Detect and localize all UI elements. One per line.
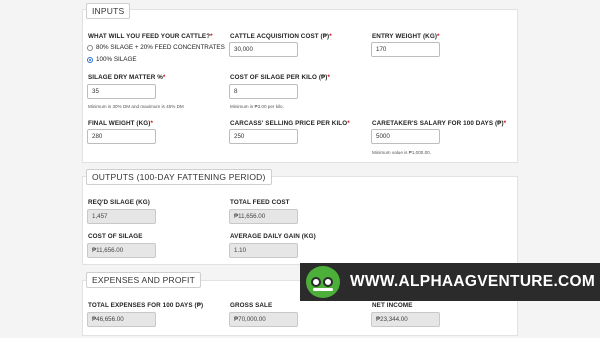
inputs-title: INPUTS [86,3,131,19]
adg-label: AVERAGE DAILY GAIN (KG) [230,233,316,240]
reqd-silage-output: 1,457 [87,209,156,224]
dry-matter-hint: Minimum is 30% DM and maximum is 45% DM [88,104,184,109]
dry-matter-label: SILAGE DRY MATTER %* [88,74,166,81]
gross-sale-label: GROSS SALE [230,302,273,309]
caretaker-label: CARETAKER'S SALARY FOR 100 DAYS (₱)* [372,120,507,127]
final-weight-input[interactable]: 280 [87,129,156,144]
silage-cost-hint: Minimum is ₱3.00 per kilo. [230,104,284,109]
total-feed-output: ₱11,656.00 [229,209,298,224]
entry-weight-label: ENTRY WEIGHT (KG)* [372,33,440,40]
banner-text: WWW.ALPHAAGVENTURE.COM [350,273,596,290]
feed-option-100[interactable]: 100% SILAGE [87,56,137,63]
reqd-silage-label: REQ'D SILAGE (KG) [88,199,150,206]
gross-sale-output: ₱70,000.00 [229,312,298,327]
feed-label: WHAT WILL YOU FEED YOUR CATTLE?* [88,33,213,40]
acq-cost-label: CATTLE ACQUISITION COST (₱)* [230,33,332,40]
selling-price-label: CARCASS' SELLING PRICE PER KILO* [230,120,350,127]
silage-cost-label: COST OF SILAGE PER KILO (₱)* [230,74,331,81]
radio-button[interactable] [87,44,93,51]
caretaker-hint: Minimum value is ₱1,000.00. [372,150,431,155]
final-weight-label: FINAL WEIGHT (KG)* [88,120,154,127]
dry-matter-input[interactable]: 35 [87,84,156,99]
selling-price-input[interactable]: 250 [229,129,298,144]
website-banner: WWW.ALPHAAGVENTURE.COM [300,263,600,301]
total-expenses-label: TOTAL EXPENSES FOR 100 DAYS (₱) [88,302,204,309]
radio-button-selected[interactable] [87,56,93,63]
entry-weight-input[interactable]: 170 [371,42,440,57]
feed-option-80-20[interactable]: 80% SILAGE + 20% FEED CONCENTRATES [87,44,225,51]
total-expenses-output: ₱46,656.00 [87,312,156,327]
acq-cost-input[interactable]: 30,000 [229,42,298,57]
total-feed-label: TOTAL FEED COST [230,199,290,206]
net-income-output: ₱23,344.00 [371,312,440,327]
cost-silage-label: COST OF SILAGE [88,233,143,240]
expenses-title: EXPENSES AND PROFIT [86,272,201,288]
adg-output: 1.10 [229,243,298,258]
alphaagventure-logo-icon [306,266,340,298]
outputs-title: OUTPUTS (100-DAY FATTENING PERIOD) [86,169,272,185]
net-income-label: NET INCOME [372,302,413,309]
caretaker-input[interactable]: 5000 [371,129,440,144]
silage-cost-input[interactable]: 8 [229,84,298,99]
cost-silage-output: ₱11,656.00 [87,243,156,258]
